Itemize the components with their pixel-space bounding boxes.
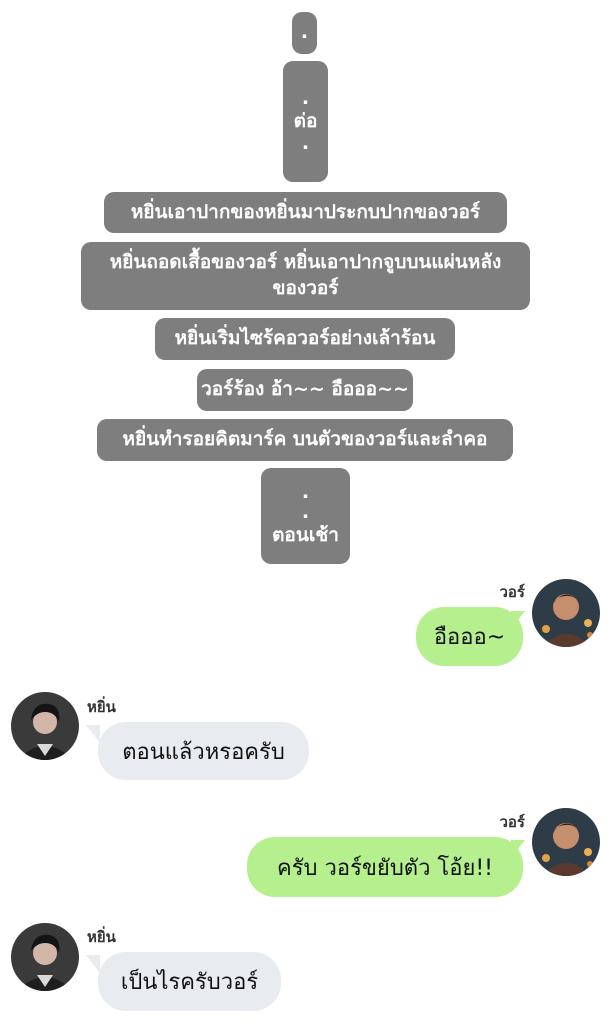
- message-bubble[interactable]: อือออ~: [416, 607, 523, 666]
- message-bubble[interactable]: ตอนแล้วหรอครับ: [98, 722, 309, 780]
- sender-name: วอร์: [499, 813, 526, 831]
- narration-dot: .: [301, 501, 310, 524]
- narration-dot: .: [301, 132, 310, 155]
- narration-block-kiss: หยิ่นเอาปากของหยิ่นมาประกบปากของวอร์: [104, 192, 507, 233]
- narration-dot: .: [301, 481, 310, 504]
- user-avatar-icon[interactable]: [532, 579, 600, 647]
- narration-block-undress: หยิ่นถอดเสื้อของวอร์ หยิ่นเอาปากจูบบนแผ่…: [81, 242, 530, 310]
- sender-name: หยิ่น: [87, 698, 116, 716]
- message-text: ครับ วอร์ขยับตัว โอ้ย!!: [277, 855, 493, 881]
- message-bubble[interactable]: เป็นไรครับวอร์: [98, 952, 281, 1011]
- message-text: เป็นไรครับวอร์: [120, 970, 259, 995]
- sender-name: หยิ่น: [87, 928, 116, 946]
- message-text: ตอนแล้วหรอครับ: [122, 739, 285, 765]
- narration-block-morning: . . ตอนเช้า: [261, 468, 350, 564]
- narration-text: หยิ่นทำรอยคิตมาร์ค บนตัวของวอร์และลำคอ: [122, 428, 488, 451]
- narration-text: ต่อ: [293, 109, 318, 132]
- sender-name: วอร์: [499, 583, 526, 601]
- narration-text-line2: ของวอร์: [272, 277, 339, 299]
- narration-block-mark: หยิ่นทำรอยคิตมาร์ค บนตัวของวอร์และลำคอ: [97, 419, 513, 461]
- narration-text: .: [300, 21, 309, 44]
- user-avatar-icon[interactable]: [11, 692, 79, 760]
- narration-text: วอร์ร้อง อ้า~~ อือออ~~: [201, 378, 409, 401]
- narration-dot: .: [301, 86, 310, 109]
- user-avatar-icon[interactable]: [532, 808, 600, 876]
- user-avatar-icon[interactable]: [11, 923, 79, 991]
- narration-block-moan: วอร์ร้อง อ้า~~ อือออ~~: [197, 369, 413, 411]
- narration-text: หยิ่นเอาปากของหยิ่นมาประกบปากของวอร์: [130, 200, 481, 223]
- narration-block-dot: .: [292, 12, 317, 54]
- narration-text-line1: หยิ่นถอดเสื้อของวอร์ หยิ่นเอาปากจูบบนแผ่…: [109, 251, 502, 274]
- narration-text: ตอนเช้า: [272, 524, 339, 547]
- narration-block-continue: . ต่อ .: [283, 61, 328, 182]
- message-bubble[interactable]: ครับ วอร์ขยับตัว โอ้ย!!: [247, 837, 523, 897]
- message-text: อือออ~: [433, 625, 506, 650]
- narration-block-neck: หยิ่นเริ่มไซร้คอวอร์อย่างเล้าร้อน: [155, 318, 455, 360]
- narration-text: หยิ่นเริ่มไซร้คอวอร์อย่างเล้าร้อน: [174, 327, 436, 350]
